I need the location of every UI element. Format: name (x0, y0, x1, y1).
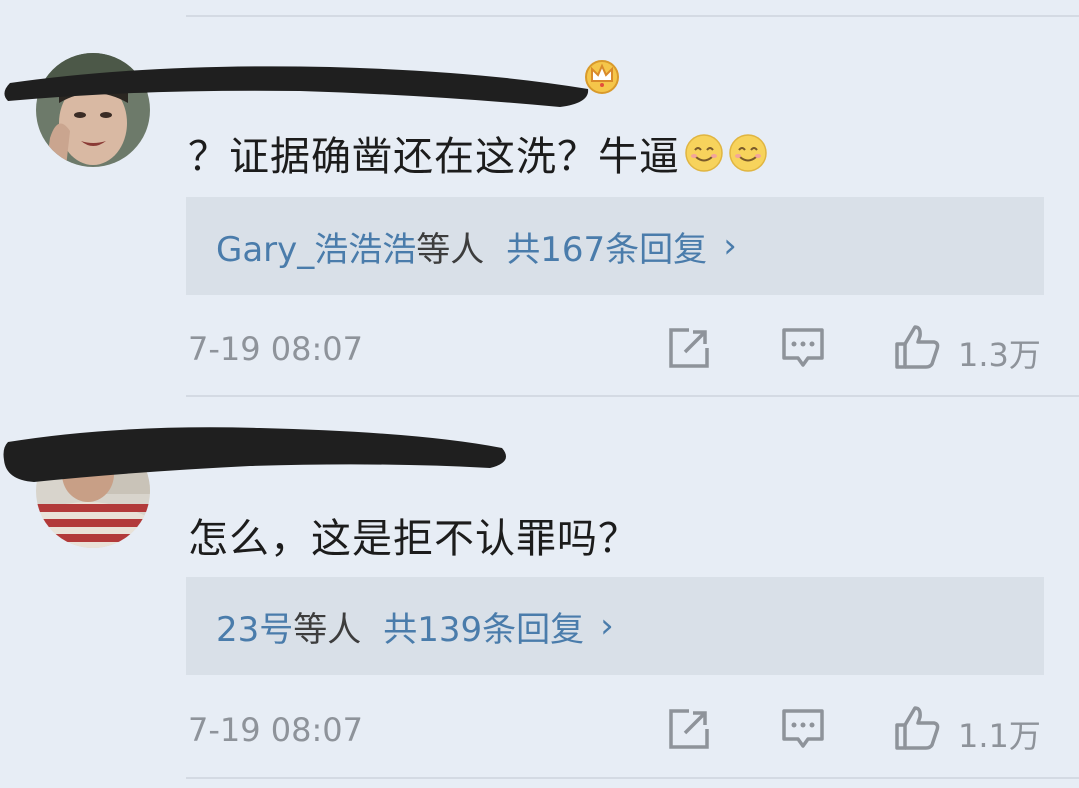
redaction-mark (3, 427, 506, 482)
like-count: 1.1万 (958, 717, 1041, 755)
timestamp: 7-19 08:07 (188, 711, 364, 749)
share-icon[interactable] (667, 707, 711, 751)
share-icon[interactable] (667, 326, 711, 370)
smile-emoji-icon (729, 134, 767, 172)
reply-count[interactable]: 共167条回复 (506, 222, 707, 271)
comment-text-content: 怎么，这是拒不认罪吗？ (188, 516, 639, 562)
bottom-divider (186, 777, 1079, 779)
comment-divider (186, 395, 1079, 397)
comment-text-content: ？证据确凿还在这洗？牛逼 (188, 134, 680, 180)
reply-summary[interactable]: Gary_浩浩浩 等人 共167条回复 › (186, 197, 1044, 295)
comment-icon[interactable] (781, 707, 825, 751)
reply-others-label: 等人 (293, 609, 362, 650)
chevron-right-icon: › (600, 606, 614, 646)
top-divider (186, 15, 1079, 17)
reply-summary[interactable]: 23号 等人 共139条回复 › (186, 577, 1044, 675)
redaction-mark (4, 66, 589, 107)
reply-names[interactable]: 23号 (216, 602, 293, 651)
like-count: 1.3万 (958, 336, 1041, 374)
crown-badge-icon (585, 60, 619, 94)
reply-count[interactable]: 共139条回复 (383, 602, 584, 651)
timestamp: 7-19 08:07 (188, 330, 364, 368)
reply-names[interactable]: Gary_浩浩浩 (216, 222, 416, 271)
comment-text: 怎么，这是拒不认罪吗？ (188, 506, 639, 564)
comment-text: ？证据确凿还在这洗？牛逼 (188, 124, 768, 182)
smile-emoji-icon (685, 134, 723, 172)
chevron-right-icon: › (723, 226, 737, 266)
reply-others-label: 等人 (416, 229, 485, 270)
thumbs-up-icon[interactable] (893, 324, 941, 370)
thumbs-up-icon[interactable] (893, 705, 941, 751)
comment-icon[interactable] (781, 326, 825, 370)
